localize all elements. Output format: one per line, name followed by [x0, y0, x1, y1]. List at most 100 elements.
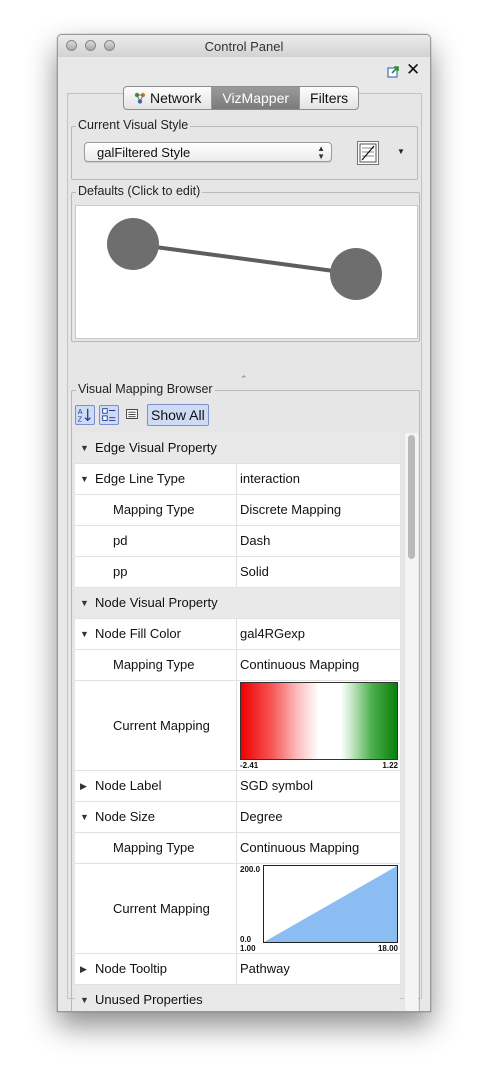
property-value-cell[interactable]: Continuous Mapping: [237, 650, 400, 680]
property-scrollbar[interactable]: [404, 433, 418, 1011]
sort-az-icon: A Z: [78, 407, 91, 423]
collapse-triangle-icon[interactable]: ▼: [80, 802, 89, 832]
property-name-cell: Current Mapping: [75, 864, 237, 953]
property-name-cell: ▼ Node Visual Property: [75, 588, 236, 618]
property-label: Node Tooltip: [95, 961, 168, 976]
default-edge: [132, 242, 357, 276]
window-title: Control Panel: [204, 39, 284, 54]
property-name-cell: ▶ Node Tooltip: [75, 954, 237, 984]
property-label: Edge Line Type: [95, 471, 186, 486]
color-mapping-row[interactable]: Current Mapping -2.41 1.22: [75, 681, 400, 771]
size-x-max-label: 18.00: [377, 944, 398, 953]
size-x-min-label: 1.00: [240, 944, 256, 953]
property-label: Mapping Type: [113, 657, 195, 672]
mapping-detail-row[interactable]: Mapping Type Continuous Mapping: [75, 833, 400, 864]
collapse-triangle-icon[interactable]: ▼: [80, 588, 89, 618]
category-label: Unused Properties: [95, 992, 203, 1007]
category-spacer: [236, 985, 400, 1011]
current-visual-style-title: Current Visual Style: [76, 118, 191, 132]
property-value-cell[interactable]: 200.0 0.0 1.00 18.00: [237, 864, 400, 953]
property-name-cell: Current Mapping: [75, 681, 237, 770]
style-options-button[interactable]: [357, 141, 379, 165]
tab-vizmapper[interactable]: VizMapper: [211, 87, 300, 109]
color-gradient-preview[interactable]: [240, 682, 398, 760]
property-row[interactable]: ▶ Node Tooltip Pathway: [75, 954, 400, 985]
size-mapping-preview[interactable]: [263, 865, 398, 943]
property-name-cell: ▼ Node Size: [75, 802, 237, 832]
collapse-triangle-icon[interactable]: ▼: [80, 985, 89, 1011]
collapse-triangle-icon[interactable]: ▼: [80, 464, 89, 494]
property-label: pd: [113, 533, 128, 548]
default-node: [330, 248, 382, 300]
expand-triangle-icon[interactable]: ▶: [80, 771, 87, 801]
property-label: Current Mapping: [113, 718, 210, 733]
mapping-detail-row[interactable]: Mapping Type Continuous Mapping: [75, 650, 400, 681]
options-dropdown-icon[interactable]: ▼: [397, 147, 405, 156]
expand-triangle-icon[interactable]: ▶: [80, 954, 87, 984]
property-row[interactable]: ▶ Node Label SGD symbol: [75, 771, 400, 802]
category-spacer: [236, 588, 400, 618]
sort-alphabetical-button[interactable]: A Z: [75, 405, 95, 425]
control-panel-window: Control Panel ✕ Network VizMapper Filter…: [57, 34, 431, 1012]
property-name-cell: ▼ Unused Properties: [75, 985, 236, 1011]
scrollbar-thumb[interactable]: [408, 435, 415, 559]
browser-toolbar: A Z Show All: [75, 403, 209, 427]
property-label: Node Size: [95, 809, 155, 824]
property-value-cell[interactable]: Discrete Mapping: [237, 495, 400, 525]
property-label: Node Fill Color: [95, 626, 181, 641]
description-toggle-button[interactable]: [123, 405, 143, 425]
mapping-detail-row[interactable]: Mapping Type Discrete Mapping: [75, 495, 400, 526]
property-value-cell[interactable]: Solid: [237, 557, 400, 587]
size-mapping-row[interactable]: Current Mapping 200.0 0.0 1.00 18.00: [75, 864, 400, 954]
category-row[interactable]: ▼ Edge Visual Property: [75, 433, 400, 464]
property-value-cell[interactable]: SGD symbol: [237, 771, 400, 801]
tab-filters-label: Filters: [310, 90, 349, 106]
property-row[interactable]: ▼ Edge Line Type interaction: [75, 464, 400, 495]
close-panel-icon[interactable]: ✕: [406, 61, 420, 79]
visual-mapping-browser-title: Visual Mapping Browser: [76, 382, 215, 396]
property-label: Node Label: [95, 778, 162, 793]
style-options-icon: [359, 143, 377, 163]
property-name-cell: ▼ Node Fill Color: [75, 619, 237, 649]
property-value-cell[interactable]: interaction: [237, 464, 400, 494]
category-label: Edge Visual Property: [95, 440, 217, 455]
property-value-cell[interactable]: gal4RGexp: [237, 619, 400, 649]
panel-content: Network VizMapper Filters Current Visual…: [67, 86, 422, 1011]
network-icon: [134, 92, 146, 104]
categorize-icon: [102, 408, 116, 421]
visual-style-select[interactable]: galFiltered Style ▲ ▼: [84, 142, 332, 162]
list-icon: [126, 409, 138, 419]
categorize-button[interactable]: [99, 405, 119, 425]
show-all-button[interactable]: Show All: [147, 404, 209, 426]
property-value-cell[interactable]: Pathway: [237, 954, 400, 984]
size-min-label: 0.0: [240, 935, 252, 944]
category-label: Node Visual Property: [95, 595, 218, 610]
svg-text:Z: Z: [78, 414, 83, 423]
property-value-cell[interactable]: Continuous Mapping: [237, 833, 400, 863]
property-row[interactable]: ▼ Node Fill Color gal4RGexp: [75, 619, 400, 650]
tab-filters[interactable]: Filters: [299, 87, 358, 109]
category-row[interactable]: ▼ Unused Properties: [75, 985, 400, 1011]
property-name-cell: Mapping Type: [75, 495, 237, 525]
property-value-cell[interactable]: -2.41 1.22: [237, 681, 400, 770]
visual-mapping-browser-group: Visual Mapping Browser A Z Show All ▼ Ed…: [71, 382, 420, 1011]
property-label: Current Mapping: [113, 901, 210, 916]
gradient-min-label: -2.41: [240, 761, 259, 770]
collapse-triangle-icon[interactable]: ▼: [80, 433, 89, 463]
mapping-detail-row[interactable]: pp Solid: [75, 557, 400, 588]
property-name-cell: ▶ Node Label: [75, 771, 237, 801]
property-value-cell[interactable]: Degree: [237, 802, 400, 832]
default-node: [107, 218, 159, 270]
splitter-handle-icon[interactable]: ⌃: [240, 374, 248, 385]
property-row[interactable]: ▼ Node Size Degree: [75, 802, 400, 833]
defaults-preview[interactable]: [75, 205, 418, 339]
tab-network[interactable]: Network: [124, 87, 211, 109]
undock-icon[interactable]: [387, 65, 400, 78]
category-row[interactable]: ▼ Node Visual Property: [75, 588, 400, 619]
property-label: Mapping Type: [113, 502, 195, 517]
tab-network-label: Network: [150, 90, 202, 106]
mapping-detail-row[interactable]: pd Dash: [75, 526, 400, 557]
property-value-cell[interactable]: Dash: [237, 526, 400, 556]
collapse-triangle-icon[interactable]: ▼: [80, 619, 89, 649]
property-name-cell: ▼ Edge Visual Property: [75, 433, 236, 463]
